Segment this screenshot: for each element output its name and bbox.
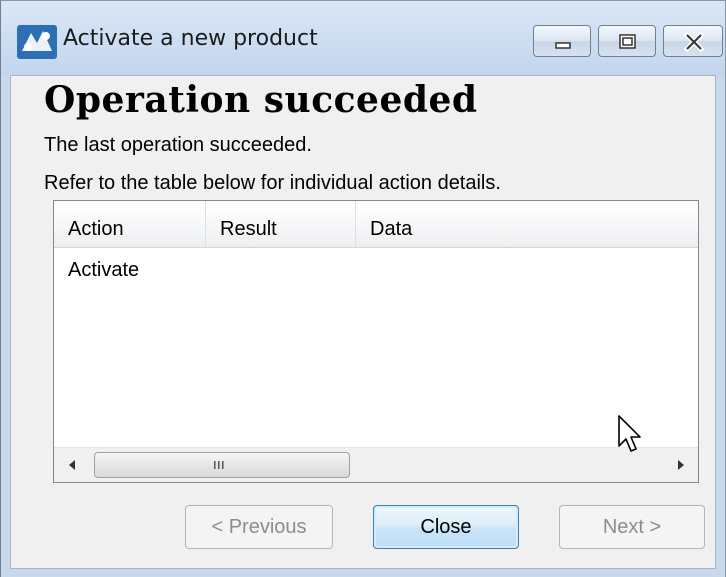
column-header-data[interactable]: Data [356, 201, 698, 247]
scroll-left-icon[interactable] [54, 448, 88, 482]
app-icon [17, 25, 57, 59]
title-bar[interactable]: Activate a new product [1, 1, 725, 75]
page-title: Operation succeeded [44, 79, 478, 121]
dialog-window: Activate a new product Operation succeed… [0, 0, 726, 577]
scroll-right-icon[interactable] [664, 448, 698, 482]
window-title: Activate a new product [63, 26, 318, 51]
status-message: The last operation succeeded. [44, 134, 312, 156]
close-window-button[interactable] [663, 25, 723, 57]
close-button[interactable]: Close [373, 505, 519, 549]
mouse-pointer-icon [618, 415, 641, 452]
grip-icon [214, 461, 224, 469]
column-header-result[interactable]: Result [206, 201, 356, 247]
horizontal-scrollbar[interactable] [54, 447, 698, 482]
instructions-text: Refer to the table below for individual … [44, 172, 501, 194]
maximize-icon [619, 34, 636, 49]
close-icon [683, 31, 705, 53]
next-button[interactable]: Next > [559, 505, 705, 549]
scrollbar-thumb[interactable] [94, 452, 350, 478]
minimize-button[interactable] [533, 25, 591, 57]
maximize-button[interactable] [598, 25, 656, 57]
previous-button[interactable]: < Previous [185, 505, 333, 549]
table-row[interactable]: Activate [68, 259, 139, 282]
minimize-icon [555, 42, 571, 49]
table-header: Action Result Data [54, 201, 698, 248]
column-header-action[interactable]: Action [54, 201, 206, 247]
action-details-table[interactable]: Action Result Data Activate [53, 200, 699, 483]
